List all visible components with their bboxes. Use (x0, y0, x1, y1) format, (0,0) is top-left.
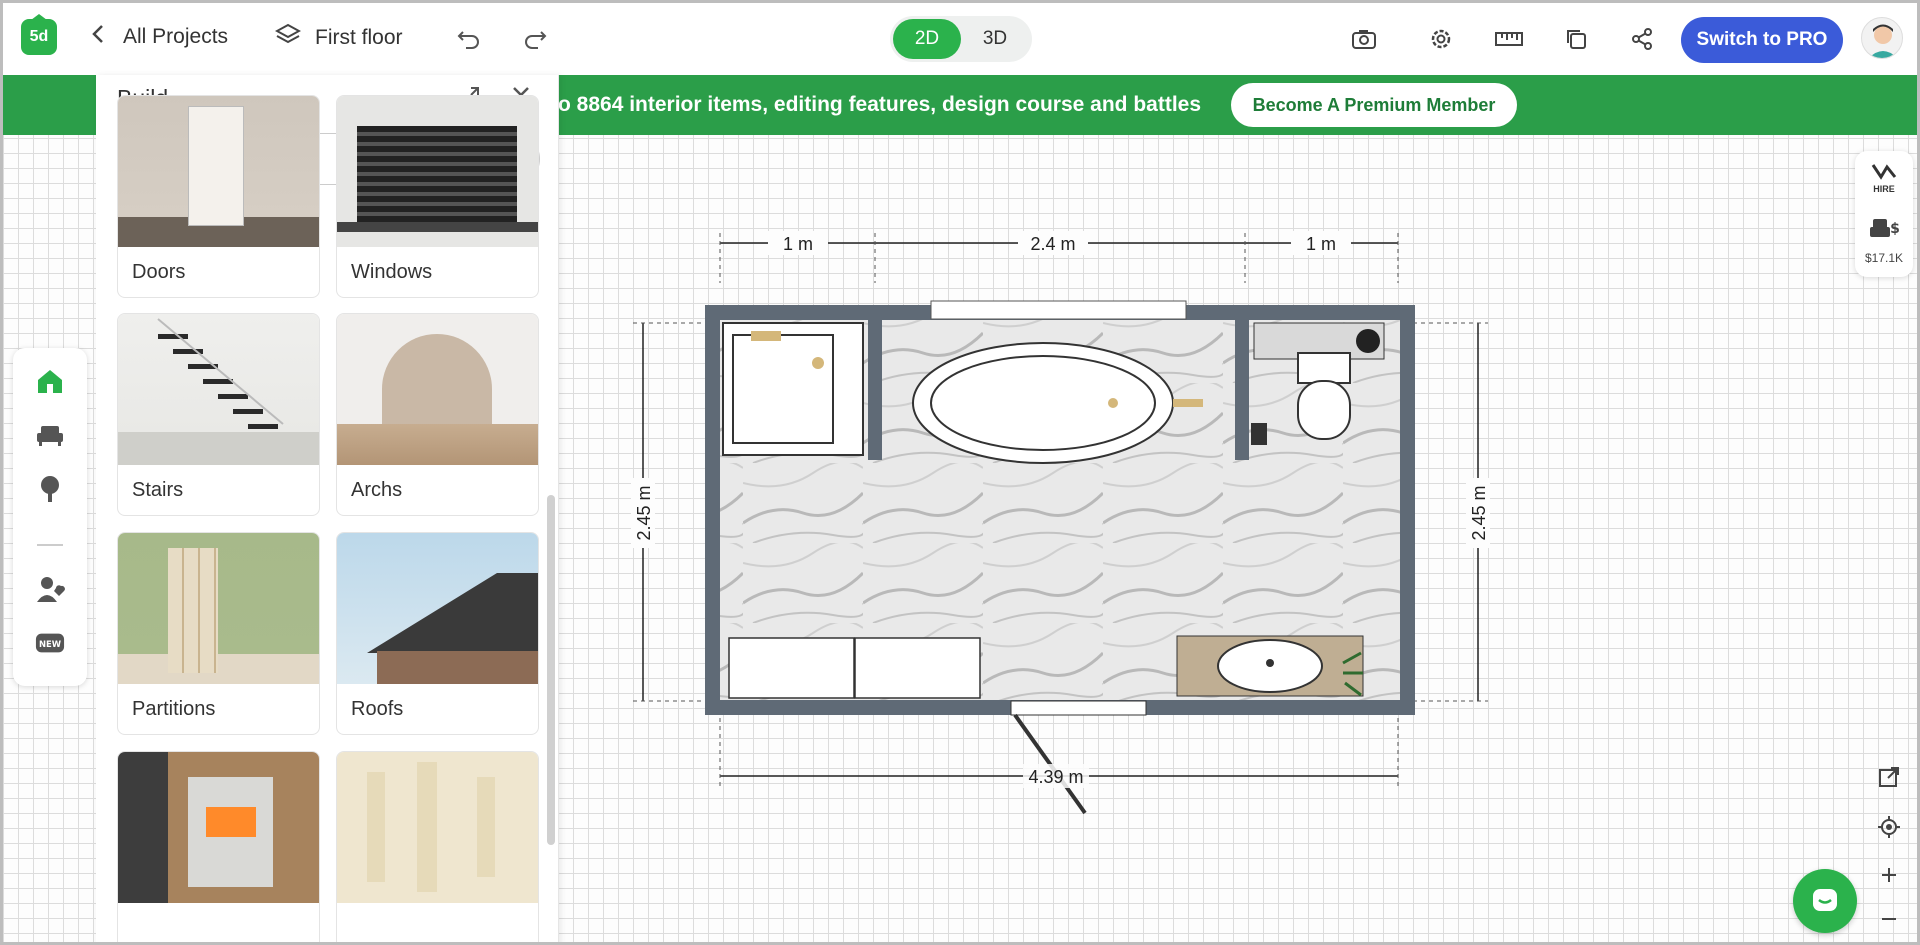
build-item-fireplace[interactable] (117, 751, 320, 942)
banner-text: to 8864 interior items, editing features… (551, 93, 1202, 116)
partition-left[interactable] (868, 320, 882, 460)
stairs-thumbnail (118, 314, 319, 465)
partition-right[interactable] (1235, 320, 1249, 460)
armchair-price-icon[interactable]: $ (1869, 215, 1901, 248)
switch-to-pro-button[interactable]: Switch to PRO (1681, 17, 1843, 63)
locate-icon[interactable] (1869, 805, 1909, 849)
dim-top-1: 1 m (783, 234, 813, 254)
build-item-stairs[interactable]: Stairs (117, 313, 320, 516)
build-item-label: Roofs (351, 697, 404, 720)
dimension-bottom: 4.39 m (719, 718, 1399, 788)
tool-rail: NEW (13, 348, 87, 686)
camera-icon[interactable] (1346, 21, 1382, 57)
all-projects-label: All Projects (123, 25, 229, 48)
home-icon[interactable] (35, 366, 65, 396)
build-item-partitions[interactable]: Partitions (117, 532, 320, 735)
share-icon[interactable] (1624, 21, 1660, 57)
build-item-roofs[interactable]: Roofs (336, 532, 539, 735)
svg-text:NEW: NEW (39, 639, 62, 649)
shower[interactable] (722, 322, 864, 456)
view-3d-button[interactable]: 3D (961, 19, 1029, 59)
zoom-tools (1869, 755, 1909, 941)
view-toggle: 2D 3D (890, 16, 1032, 62)
logo-5d[interactable]: 5d (21, 14, 57, 55)
partitions-thumbnail (118, 533, 319, 684)
floor-label: First floor (315, 26, 403, 49)
right-tools: HIRE $ $17.1K (1855, 151, 1913, 277)
hire-label: HIRE (1873, 184, 1895, 194)
build-item-label: Doors (132, 260, 186, 283)
sofa-icon[interactable] (35, 420, 65, 450)
doors-thumbnail (118, 96, 319, 247)
window[interactable] (930, 300, 1187, 320)
view-2d-button[interactable]: 2D (893, 19, 961, 59)
build-item-label: Archs (351, 478, 403, 501)
rail-divider (37, 544, 63, 546)
dim-top-3: 1 m (1306, 234, 1336, 254)
build-item-label: Stairs (132, 478, 184, 501)
open-external-icon[interactable] (1869, 755, 1909, 799)
build-item-doors[interactable]: Doors (117, 95, 320, 298)
tree-icon[interactable] (35, 474, 65, 504)
ruler-icon[interactable] (1491, 21, 1527, 57)
redo-icon[interactable] (517, 21, 553, 57)
gear-icon[interactable] (1423, 21, 1459, 57)
chevron-left-icon (91, 23, 105, 51)
dimension-top: 1 m 2.4 m 1 m (719, 231, 1399, 283)
hire-icon[interactable] (1869, 161, 1899, 186)
zoom-in-icon[interactable] (1869, 853, 1909, 897)
dim-left: 2.45 m (634, 485, 654, 540)
new-badge-icon[interactable]: NEW (35, 628, 65, 658)
dim-right: 2.45 m (1469, 485, 1489, 540)
dim-top-2: 2.4 m (1030, 234, 1075, 254)
layers-icon (274, 23, 302, 53)
app-window: 1 m 2.4 m 1 m 2.45 m 2.45 m 4.39 m to 88… (0, 0, 1920, 945)
dim-bottom: 4.39 m (1028, 767, 1083, 787)
become-premium-button[interactable]: Become A Premium Member (1231, 83, 1517, 127)
cabinet-1[interactable] (728, 637, 855, 699)
svg-text:$: $ (1890, 221, 1900, 237)
undo-icon[interactable] (451, 21, 487, 57)
fireplace-thumbnail (118, 752, 319, 903)
panel-scrollbar[interactable] (547, 495, 555, 845)
chat-icon[interactable] (1793, 869, 1857, 933)
archs-thumbnail (337, 314, 538, 465)
cabinet-2[interactable] (854, 637, 981, 699)
build-item-label (337, 903, 538, 942)
windows-thumbnail (337, 96, 538, 247)
build-item-columns[interactable] (336, 751, 539, 942)
build-item-label (118, 903, 319, 942)
build-item-label: Windows (351, 260, 433, 283)
all-projects-link[interactable]: All Projects (91, 23, 228, 51)
build-item-archs[interactable]: Archs (336, 313, 539, 516)
avatar[interactable] (1861, 17, 1903, 59)
roofs-thumbnail (337, 533, 538, 684)
zoom-out-icon[interactable] (1869, 897, 1909, 941)
floor-selector[interactable]: First floor (274, 23, 403, 53)
person-heart-icon[interactable] (35, 574, 65, 604)
build-panel: Build Doors (96, 75, 559, 942)
columns-thumbnail (337, 752, 538, 903)
floor-plan[interactable]: 1 m 2.4 m 1 m 2.45 m 2.45 m 4.39 m (623, 223, 1503, 843)
top-bar: 5d All Projects First floor 2D 3D Switch… (3, 3, 1917, 75)
build-item-label: Partitions (132, 697, 216, 720)
price-label: $17.1K (1864, 251, 1904, 265)
door[interactable] (1010, 700, 1147, 716)
build-item-windows[interactable]: Windows (336, 95, 539, 298)
copy-icon[interactable] (1558, 21, 1594, 57)
toilet[interactable] (1297, 380, 1351, 440)
